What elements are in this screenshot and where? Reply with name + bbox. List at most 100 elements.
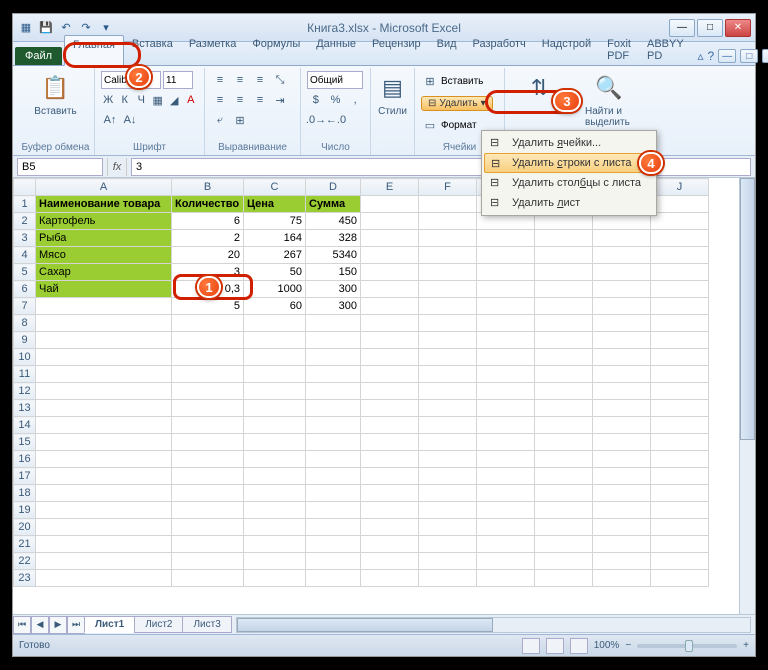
cell-E5[interactable] — [361, 264, 419, 281]
cell-J5[interactable] — [651, 264, 709, 281]
cell-D11[interactable] — [306, 366, 361, 383]
cell-H21[interactable] — [535, 536, 593, 553]
row-header-5[interactable]: 5 — [14, 264, 36, 281]
cell-E19[interactable] — [361, 502, 419, 519]
cell-E4[interactable] — [361, 247, 419, 264]
horizontal-scrollbar[interactable] — [236, 617, 751, 633]
cell-D20[interactable] — [306, 519, 361, 536]
zoom-in-button[interactable]: + — [743, 640, 749, 651]
cell-I19[interactable] — [593, 502, 651, 519]
cell-E13[interactable] — [361, 400, 419, 417]
cell-F8[interactable] — [419, 315, 477, 332]
cell-F4[interactable] — [419, 247, 477, 264]
cell-H9[interactable] — [535, 332, 593, 349]
cell-E18[interactable] — [361, 485, 419, 502]
cell-C13[interactable] — [244, 400, 306, 417]
cell-E7[interactable] — [361, 298, 419, 315]
ribbon-tab-9[interactable]: Foxit PDF — [599, 35, 639, 65]
redo-icon[interactable]: ↷ — [77, 19, 95, 37]
cell-F23[interactable] — [419, 570, 477, 587]
wrap-text-button[interactable]: ⤶ — [211, 111, 229, 129]
cell-C6[interactable]: 1000 — [244, 281, 306, 298]
doc-close-button[interactable]: ✕ — [762, 49, 768, 63]
cell-G6[interactable] — [477, 281, 535, 298]
row-header-7[interactable]: 7 — [14, 298, 36, 315]
cell-J17[interactable] — [651, 468, 709, 485]
cell-E17[interactable] — [361, 468, 419, 485]
row-header-17[interactable]: 17 — [14, 468, 36, 485]
cell-A17[interactable] — [36, 468, 172, 485]
ribbon-tab-5[interactable]: Рецензир — [364, 35, 429, 65]
zoom-slider[interactable] — [637, 644, 737, 648]
cell-F10[interactable] — [419, 349, 477, 366]
cell-C3[interactable]: 164 — [244, 230, 306, 247]
insert-cells-button[interactable]: Вставить — [441, 76, 483, 87]
cell-A10[interactable] — [36, 349, 172, 366]
col-header-C[interactable]: C — [244, 179, 306, 196]
cell-B13[interactable] — [172, 400, 244, 417]
orientation-button[interactable]: ⤡ — [271, 71, 289, 89]
cell-A12[interactable] — [36, 383, 172, 400]
row-header-22[interactable]: 22 — [14, 553, 36, 570]
cell-A7[interactable] — [36, 298, 172, 315]
cell-B14[interactable] — [172, 417, 244, 434]
sheet-tab-2[interactable]: Лист3 — [182, 616, 231, 633]
col-header-F[interactable]: F — [419, 179, 477, 196]
increase-decimal-button[interactable]: .0→ — [307, 111, 325, 129]
cell-A15[interactable] — [36, 434, 172, 451]
row-header-9[interactable]: 9 — [14, 332, 36, 349]
cell-A3[interactable]: Рыба — [36, 230, 172, 247]
merge-button[interactable]: ⊞ — [231, 111, 249, 129]
cell-H17[interactable] — [535, 468, 593, 485]
cell-I23[interactable] — [593, 570, 651, 587]
ribbon-collapse-icon[interactable]: ▵ — [698, 49, 704, 63]
select-all-corner[interactable] — [14, 179, 36, 196]
cell-E14[interactable] — [361, 417, 419, 434]
cell-H13[interactable] — [535, 400, 593, 417]
cell-J16[interactable] — [651, 451, 709, 468]
minimize-button[interactable]: — — [669, 19, 695, 37]
comma-button[interactable]: , — [346, 91, 364, 109]
cell-G8[interactable] — [477, 315, 535, 332]
cell-C4[interactable]: 267 — [244, 247, 306, 264]
cell-G4[interactable] — [477, 247, 535, 264]
increase-font-button[interactable]: A↑ — [101, 111, 119, 129]
cell-A9[interactable] — [36, 332, 172, 349]
cell-C21[interactable] — [244, 536, 306, 553]
row-header-15[interactable]: 15 — [14, 434, 36, 451]
cell-D7[interactable]: 300 — [306, 298, 361, 315]
sheet-nav-first[interactable]: ⏮ — [13, 616, 31, 634]
cell-H14[interactable] — [535, 417, 593, 434]
row-header-23[interactable]: 23 — [14, 570, 36, 587]
cell-B18[interactable] — [172, 485, 244, 502]
cell-E12[interactable] — [361, 383, 419, 400]
cell-F17[interactable] — [419, 468, 477, 485]
cell-D9[interactable] — [306, 332, 361, 349]
cell-G22[interactable] — [477, 553, 535, 570]
cell-H20[interactable] — [535, 519, 593, 536]
cell-G9[interactable] — [477, 332, 535, 349]
cell-I10[interactable] — [593, 349, 651, 366]
cell-H6[interactable] — [535, 281, 593, 298]
cell-A2[interactable]: Картофель — [36, 213, 172, 230]
cell-F2[interactable] — [419, 213, 477, 230]
align-bottom-button[interactable]: ≡ — [251, 71, 269, 89]
qat-more-icon[interactable]: ▾ — [97, 19, 115, 37]
cell-E1[interactable] — [361, 196, 419, 213]
cell-G17[interactable] — [477, 468, 535, 485]
cell-D19[interactable] — [306, 502, 361, 519]
cell-E8[interactable] — [361, 315, 419, 332]
cell-J19[interactable] — [651, 502, 709, 519]
cell-C22[interactable] — [244, 553, 306, 570]
cell-J20[interactable] — [651, 519, 709, 536]
doc-max-button[interactable]: □ — [740, 49, 758, 63]
cell-G23[interactable] — [477, 570, 535, 587]
cell-E3[interactable] — [361, 230, 419, 247]
cell-C7[interactable]: 60 — [244, 298, 306, 315]
cell-G21[interactable] — [477, 536, 535, 553]
cell-F15[interactable] — [419, 434, 477, 451]
cell-C11[interactable] — [244, 366, 306, 383]
cell-G14[interactable] — [477, 417, 535, 434]
cell-B7[interactable]: 5 — [172, 298, 244, 315]
cell-G5[interactable] — [477, 264, 535, 281]
